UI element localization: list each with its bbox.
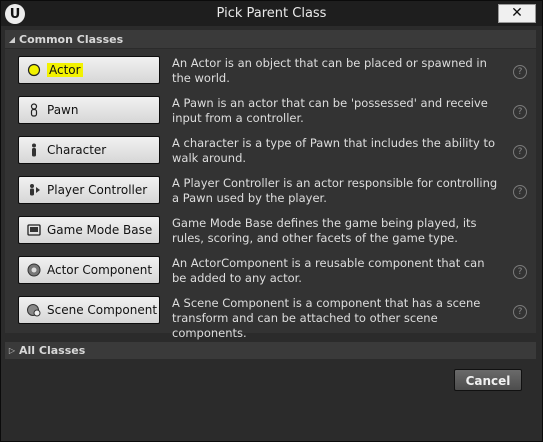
class-row-character: Character A character is a type of Pawn …: [5, 131, 536, 171]
class-row-actor: Actor An Actor is an object that can be …: [5, 51, 536, 91]
player-controller-button-label: Player Controller: [47, 183, 148, 197]
character-button[interactable]: Character: [18, 136, 160, 164]
pawn-button[interactable]: Pawn: [18, 96, 160, 124]
class-row-player-controller: Player Controller A Player Controller is…: [5, 171, 536, 211]
scene-component-icon: [27, 303, 41, 317]
actor-description: An Actor is an object that can be placed…: [172, 56, 487, 85]
help-icon[interactable]: ?: [513, 65, 527, 79]
class-row-actor-component: Actor Component An ActorComponent is a r…: [5, 251, 536, 291]
game-mode-base-button[interactable]: Game Mode Base: [18, 216, 160, 244]
actor-component-icon: [27, 263, 41, 277]
help-icon[interactable]: ?: [513, 185, 527, 199]
class-row-game-mode-base: Game Mode Base Game Mode Base defines th…: [5, 211, 536, 251]
common-classes-header[interactable]: ◢ Common Classes: [5, 30, 536, 48]
actor-component-button[interactable]: Actor Component: [18, 256, 160, 284]
character-button-label: Character: [47, 143, 107, 157]
class-row-scene-component: Scene Component A Scene Component is a c…: [5, 291, 536, 340]
actor-button[interactable]: Actor: [18, 56, 160, 84]
close-button[interactable]: ✕: [498, 4, 536, 23]
player-controller-description: A Player Controller is an actor responsi…: [172, 176, 498, 205]
collapse-arrow-icon: ◢: [8, 34, 16, 44]
scene-component-description: A Scene Component is a component that ha…: [172, 296, 481, 340]
actor-component-button-label: Actor Component: [47, 263, 153, 277]
help-icon[interactable]: ?: [513, 105, 527, 119]
player-controller-icon: [27, 183, 41, 197]
cancel-button[interactable]: Cancel: [454, 369, 522, 391]
game-mode-base-description: Game Mode Base defines the game being pl…: [172, 216, 477, 245]
actor-component-description: An ActorComponent is a reusable componen…: [172, 256, 485, 285]
game-mode-base-button-label: Game Mode Base: [47, 223, 153, 237]
scene-component-button[interactable]: Scene Component: [18, 296, 160, 324]
all-classes-header[interactable]: ▷ All Classes: [5, 342, 536, 359]
help-icon[interactable]: ?: [513, 265, 527, 279]
common-classes-label: Common Classes: [19, 32, 124, 46]
expand-arrow-icon: ▷: [8, 346, 16, 355]
pawn-description: A Pawn is an actor that can be 'possesse…: [172, 96, 488, 125]
character-icon: [27, 143, 41, 157]
player-controller-button[interactable]: Player Controller: [18, 176, 160, 204]
pawn-icon: [27, 103, 41, 117]
close-icon: ✕: [511, 5, 523, 21]
dialog-title: Pick Parent Class: [216, 6, 327, 21]
common-classes-panel: Actor An Actor is an object that can be …: [5, 49, 536, 340]
game-mode-icon: [27, 223, 41, 237]
actor-icon: [27, 63, 41, 77]
pawn-button-label: Pawn: [47, 103, 79, 117]
actor-button-label: Actor: [47, 63, 83, 77]
titlebar: U Pick Parent Class ✕: [1, 1, 542, 26]
help-icon[interactable]: ?: [513, 305, 527, 319]
scene-component-button-label: Scene Component: [47, 303, 158, 317]
pick-parent-class-dialog: U Pick Parent Class ✕ ◢ Common Classes A…: [0, 0, 543, 442]
class-row-pawn: Pawn A Pawn is an actor that can be 'pos…: [5, 91, 536, 131]
character-description: A character is a type of Pawn that inclu…: [172, 136, 495, 165]
help-icon[interactable]: ?: [513, 145, 527, 159]
all-classes-label: All Classes: [19, 344, 86, 357]
